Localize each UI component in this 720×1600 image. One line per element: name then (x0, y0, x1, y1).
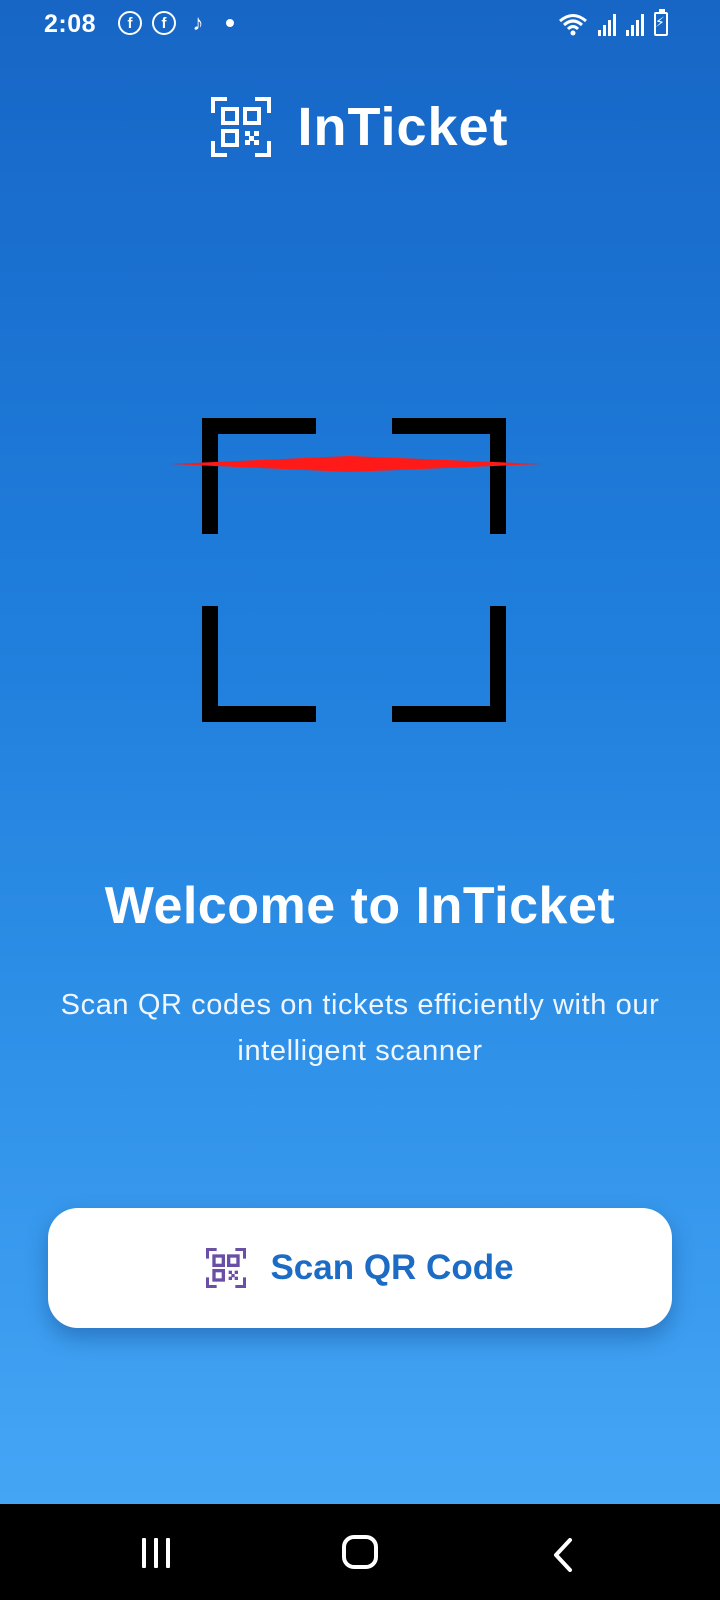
tiktok-icon: ♪ (192, 10, 204, 35)
facebook-icon: f (152, 11, 176, 35)
back-icon[interactable] (552, 1538, 574, 1572)
scan-qr-code-button[interactable]: Scan QR Code (48, 1208, 672, 1328)
recents-icon[interactable] (142, 1538, 170, 1568)
qr-code-icon (206, 1248, 247, 1288)
welcome-title: Welcome to InTicket (104, 877, 616, 935)
signal-icon (626, 14, 644, 36)
facebook-icon: f (118, 11, 142, 35)
qr-code-icon (211, 97, 272, 157)
status-time: 2:08 (44, 10, 97, 38)
scanner-frame (170, 418, 542, 722)
status-notification-icons: f f ♪ (118, 10, 234, 36)
status-bar: 2:08 f f ♪ (0, 0, 720, 50)
battery-charging-icon (654, 9, 668, 36)
status-system-icons (558, 9, 668, 36)
home-icon[interactable] (342, 1535, 378, 1569)
scan-laser-line (170, 456, 542, 472)
app-screen: 2:08 f f ♪ ⚡ InTicket Welcome to InTicke… (0, 0, 720, 1504)
app-name: InTicket (297, 97, 509, 157)
welcome-subtitle: Scan QR codes on tickets efficiently wit… (60, 989, 660, 1067)
signal-icon (598, 14, 616, 36)
app-header: InTicket (0, 96, 720, 158)
wifi-icon (559, 14, 587, 36)
scan-button-label: Scan QR Code (270, 1248, 514, 1287)
notification-dot-icon (226, 19, 234, 27)
system-nav-bar (0, 1504, 720, 1600)
